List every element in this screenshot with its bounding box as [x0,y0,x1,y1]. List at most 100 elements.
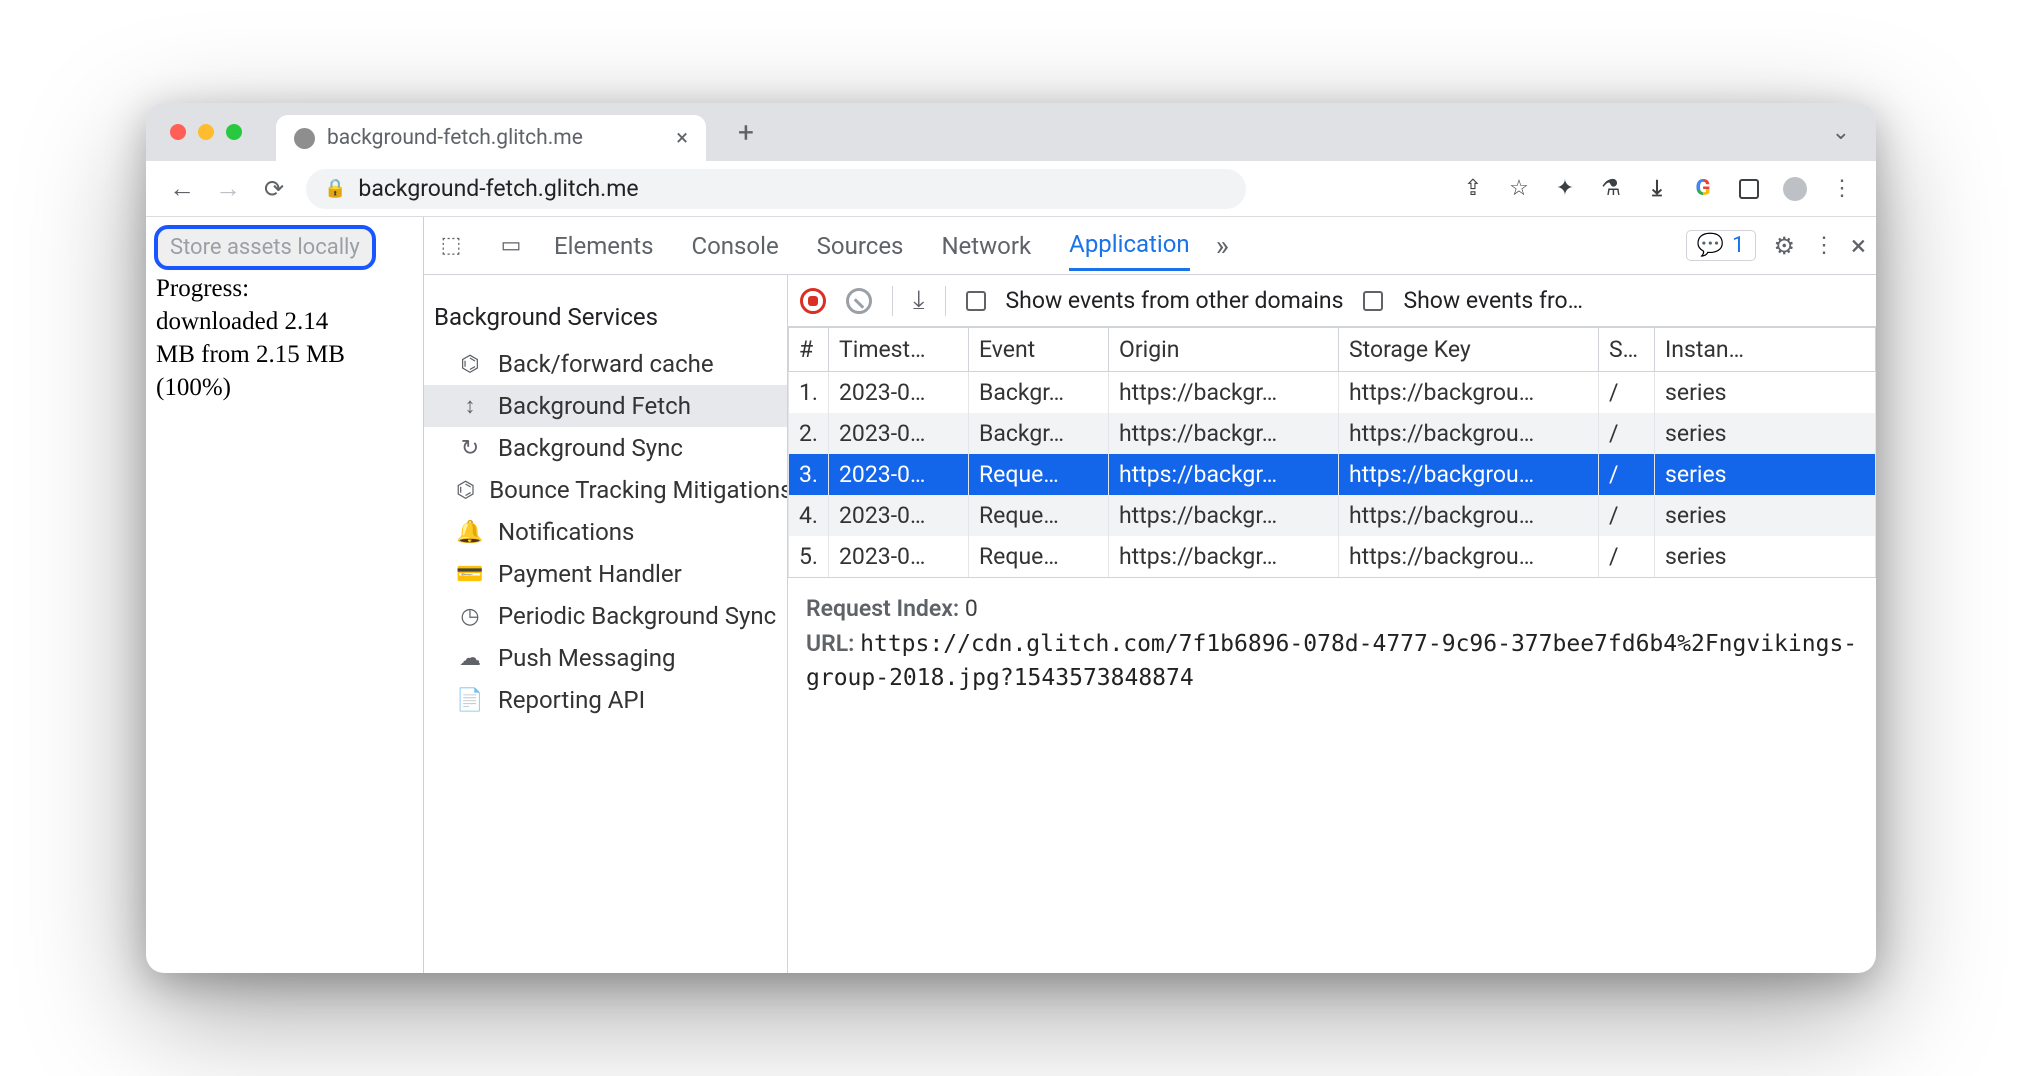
separator [892,286,893,316]
sidebar-item-back-forward-cache[interactable]: ⌬Back/forward cache [424,343,787,385]
chrome-window: background-fetch.glitch.me × + ⌄ ← → ⟳ 🔒… [146,103,1876,973]
profile-avatar-icon[interactable] [1782,176,1808,202]
events-table: #Timest…EventOriginStorage KeyS…Instan… … [788,327,1876,577]
sidebar-item-label: Payment Handler [498,560,682,588]
sidebar-item-icon: ⌬ [456,478,475,503]
devtools-close-icon[interactable]: × [1851,229,1866,262]
events-col-header[interactable]: Instan… [1655,328,1876,372]
progress-text: Progress: downloaded 2.14 MB from 2.15 M… [154,272,423,404]
device-toggle-icon[interactable]: ▭ [494,233,528,258]
sidebar-item-push-messaging[interactable]: ☁Push Messaging [424,637,787,679]
sidebar-item-payment-handler[interactable]: 💳Payment Handler [424,553,787,595]
browser-tab[interactable]: background-fetch.glitch.me × [276,115,706,161]
checkbox-other-domains[interactable] [966,291,986,311]
star-icon[interactable]: ☆ [1506,176,1532,202]
share-icon[interactable]: ⇪ [1460,176,1486,202]
sidebar-heading: Background Services [424,289,787,343]
sidebar-item-background-sync[interactable]: ↻ Background Sync [424,427,787,469]
checkbox-show-events-from[interactable] [1363,291,1383,311]
google-icon[interactable]: G [1690,176,1716,202]
events-cell: https://backgr… [1109,372,1339,414]
sidebar-item-background-fetch[interactable]: ↕Background Fetch [424,385,787,427]
clear-button-icon[interactable] [846,288,872,314]
events-col-header[interactable]: Origin [1109,328,1339,372]
tab-overflow-chevron-icon[interactable]: ⌄ [1832,120,1858,145]
events-row[interactable]: 3.2023-0…Reque…https://backgr…https://ba… [789,454,1876,495]
sidebar-item-icon: ☁ [456,646,484,671]
events-cell: 5. [789,536,829,577]
events-cell: Reque… [969,454,1109,495]
chrome-menu-icon[interactable]: ⋮ [1828,176,1854,202]
events-cell: 2023-0… [829,413,969,454]
devtools-tab-sources[interactable]: Sources [817,222,904,270]
events-cell: Reque… [969,536,1109,577]
events-cell: 2023-0… [829,495,969,536]
download-icon[interactable]: ⤓ [1644,176,1670,202]
events-row[interactable]: 4.2023-0…Reque…https://backgr…https://ba… [789,495,1876,536]
events-cell: series [1655,495,1876,536]
issues-count: 1 [1732,233,1744,258]
sidebar-item-reporting-api[interactable]: 📄Reporting API [424,679,787,721]
events-row[interactable]: 1.2023-0…Backgr…https://backgr…https://b… [789,372,1876,414]
events-cell: series [1655,454,1876,495]
sidebar-item-notifications[interactable]: 🔔 Notifications [424,511,787,553]
checkbox-show-events-from-label: Show events fro… [1403,287,1583,314]
events-col-header[interactable]: # [789,328,829,372]
events-cell: / [1599,372,1655,414]
settings-gear-icon[interactable]: ⚙ [1774,232,1796,260]
maximize-window-icon[interactable] [226,124,242,140]
events-cell: / [1599,413,1655,454]
tab-bar: background-fetch.glitch.me × + ⌄ [146,103,1876,161]
events-col-header[interactable]: Storage Key [1339,328,1599,372]
sidebar-item-icon: 🔔 [456,520,484,545]
events-col-header[interactable]: Event [969,328,1109,372]
devtools-tab-application[interactable]: Application [1069,220,1190,271]
new-tab-button[interactable]: + [726,112,766,152]
more-tabs-chevron-icon[interactable]: » [1216,229,1229,262]
sidepanel-icon[interactable] [1736,176,1762,202]
events-cell: https://backgrou… [1339,413,1599,454]
devtools-tab-network[interactable]: Network [941,222,1031,270]
inspect-element-icon[interactable]: ⬚ [434,233,468,258]
devtools: ⬚ ▭ Elements Console Sources Network Applica… [424,217,1876,973]
events-col-header[interactable]: Timest… [829,328,969,372]
sidebar-item-icon: ⌬ [456,352,484,377]
flask-icon[interactable]: ⚗ [1598,176,1624,202]
sidebar-item-icon: ↻ [456,436,484,461]
events-col-header[interactable]: S… [1599,328,1655,372]
minimize-window-icon[interactable] [198,124,214,140]
forward-button[interactable]: → [214,173,242,204]
checkbox-other-domains-label: Show events from other domains [1006,287,1344,314]
back-button[interactable]: ← [168,173,196,204]
address-bar[interactable]: 🔒 background-fetch.glitch.me [306,169,1246,209]
download-events-icon[interactable]: ⤓ [913,285,925,316]
events-cell: series [1655,372,1876,414]
extensions-icon[interactable]: ✦ [1552,176,1578,202]
events-cell: https://backgr… [1109,495,1339,536]
store-assets-button[interactable]: Store assets locally [154,225,376,270]
toolbar: ← → ⟳ 🔒 background-fetch.glitch.me ⇪ ☆ ✦… [146,161,1876,217]
lock-icon: 🔒 [324,178,346,199]
reload-button[interactable]: ⟳ [260,175,288,203]
events-cell: Backgr… [969,372,1109,414]
sidebar-item-label: Background Sync [498,434,683,462]
devtools-tab-elements[interactable]: Elements [554,222,653,270]
url-label: URL: [806,630,854,657]
sidebar-item-label: Notifications [498,518,634,546]
events-cell: https://backgr… [1109,413,1339,454]
devtools-tab-console[interactable]: Console [691,222,778,270]
tab-title: background-fetch.glitch.me [327,126,583,150]
sidebar-item-bounce-tracking-mitigations[interactable]: ⌬Bounce Tracking Mitigations [424,469,787,511]
issues-badge[interactable]: 💬 1 [1686,230,1756,261]
sidebar-item-periodic-background-sync[interactable]: ◷Periodic Background Sync [424,595,787,637]
events-cell: https://backgrou… [1339,454,1599,495]
events-cell: 2023-0… [829,536,969,577]
devtools-menu-icon[interactable]: ⋮ [1813,233,1833,258]
close-window-icon[interactable] [170,124,186,140]
devtools-toolbar: ⬚ ▭ Elements Console Sources Network Applica… [424,217,1876,275]
events-row[interactable]: 2.2023-0…Backgr…https://backgr…https://b… [789,413,1876,454]
events-cell: https://backgrou… [1339,372,1599,414]
record-button-icon[interactable] [800,288,826,314]
events-row[interactable]: 5.2023-0…Reque…https://backgr…https://ba… [789,536,1876,577]
close-tab-icon[interactable]: × [676,126,688,151]
